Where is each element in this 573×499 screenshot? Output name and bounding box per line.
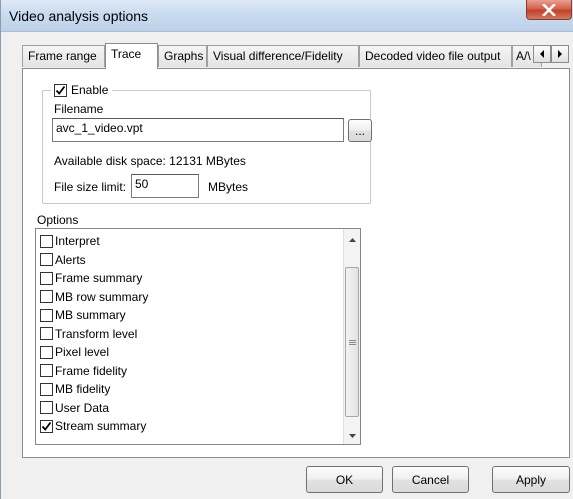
filename-input[interactable]: avc_1_video.vpt xyxy=(52,118,344,142)
option-item[interactable]: MB summary xyxy=(40,306,126,324)
tab-graphs[interactable]: Graphs xyxy=(158,45,207,67)
option-item[interactable]: Pixel level xyxy=(40,343,109,361)
tab-label: Visual difference/Fidelity xyxy=(213,49,343,63)
enable-checkbox[interactable] xyxy=(54,83,67,97)
option-item[interactable]: MB fidelity xyxy=(40,380,110,398)
disk-space-text: Available disk space: 12131 MBytes xyxy=(54,154,246,168)
option-checkbox[interactable] xyxy=(40,327,53,340)
dialog-window: Video analysis options Frame range Trace… xyxy=(0,0,573,499)
option-checkbox[interactable] xyxy=(40,401,53,414)
ok-button[interactable]: OK xyxy=(306,466,383,493)
dialog-footer xyxy=(1,458,573,499)
option-label: User Data xyxy=(55,400,110,415)
option-label: Stream summary xyxy=(55,419,147,433)
option-item[interactable]: Alerts xyxy=(40,251,86,269)
tab-trace[interactable]: Trace xyxy=(105,43,158,69)
grip-line xyxy=(349,340,356,341)
title-bar[interactable]: Video analysis options xyxy=(1,0,573,32)
grip-line xyxy=(349,342,356,343)
option-label: Alerts xyxy=(55,252,86,267)
option-item[interactable]: Frame fidelity xyxy=(40,362,127,380)
tab-scroll-right-icon xyxy=(558,50,562,58)
enable-checkbox-row[interactable]: Enable xyxy=(51,82,113,98)
options-label: Options xyxy=(37,213,79,227)
filename-label: Filename xyxy=(54,102,104,116)
option-checkbox[interactable] xyxy=(40,271,53,285)
option-item[interactable]: Stream summary xyxy=(40,417,146,435)
option-checkbox[interactable] xyxy=(40,308,53,322)
tab-scroll-right-button[interactable] xyxy=(551,45,569,63)
scroll-down-button[interactable] xyxy=(344,427,360,444)
option-label: MB row summary xyxy=(55,289,149,304)
option-item[interactable]: Interpret xyxy=(40,232,100,250)
browse-button[interactable]: ... xyxy=(348,119,372,142)
tab-scroll-left-button[interactable] xyxy=(533,45,551,63)
scroll-down-icon xyxy=(348,433,356,438)
option-checkbox[interactable] xyxy=(40,345,53,359)
option-label: Interpret xyxy=(55,234,100,248)
option-item[interactable]: MB row summary xyxy=(40,288,148,306)
grip-line xyxy=(349,344,356,345)
option-label: MB fidelity xyxy=(55,382,111,396)
tab-label: Graphs xyxy=(164,49,204,63)
option-item[interactable]: User Data xyxy=(40,399,109,417)
size-limit-unit: MBytes xyxy=(208,180,249,194)
options-scrollbar[interactable] xyxy=(343,229,360,444)
option-label: Frame fidelity xyxy=(55,363,128,378)
option-label: Pixel level xyxy=(55,345,110,359)
option-label: Transform level xyxy=(55,326,138,341)
scroll-thumb[interactable] xyxy=(345,267,359,417)
option-checkbox[interactable] xyxy=(40,382,53,396)
option-item[interactable]: Frame summary xyxy=(40,269,142,287)
tab-visual-difference-fidelity[interactable]: Visual difference/Fidelity xyxy=(207,45,359,67)
tab-label: A/\ xyxy=(516,49,531,63)
scroll-up-button[interactable] xyxy=(344,231,360,248)
close-button[interactable] xyxy=(526,0,572,20)
size-limit-input[interactable]: 50 xyxy=(131,174,199,198)
apply-button[interactable]: Apply xyxy=(492,466,570,493)
option-checkbox[interactable] xyxy=(40,290,53,303)
tab-frame-range[interactable]: Frame range xyxy=(22,45,105,67)
scroll-up-icon xyxy=(348,237,356,242)
tab-label: Trace xyxy=(111,47,142,61)
checkmark-icon xyxy=(55,85,66,95)
checkmark-icon xyxy=(41,421,52,431)
option-label: Frame summary xyxy=(55,271,143,285)
option-checkbox[interactable] xyxy=(40,234,53,248)
size-limit-label: File size limit: xyxy=(54,180,127,194)
tab-scroll-left-icon xyxy=(540,50,544,58)
tab-label: Decoded video file output xyxy=(365,49,501,63)
option-checkbox[interactable] xyxy=(40,419,53,433)
close-icon xyxy=(542,3,556,16)
tab-label: Frame range xyxy=(28,49,97,63)
tab-strip: Frame range Trace Graphs Visual differen… xyxy=(22,43,570,69)
option-item[interactable]: Transform level xyxy=(40,325,137,343)
option-checkbox[interactable] xyxy=(40,364,53,377)
cancel-button[interactable]: Cancel xyxy=(392,466,469,493)
option-checkbox[interactable] xyxy=(40,253,53,266)
window-title: Video analysis options xyxy=(9,8,149,24)
options-listbox[interactable]: Interpret Alerts Frame summary MB row summa… xyxy=(35,228,361,445)
option-label: MB summary xyxy=(55,308,126,322)
enable-label: Enable xyxy=(71,83,109,97)
tab-decoded-video-file-output[interactable]: Decoded video file output xyxy=(359,45,512,67)
